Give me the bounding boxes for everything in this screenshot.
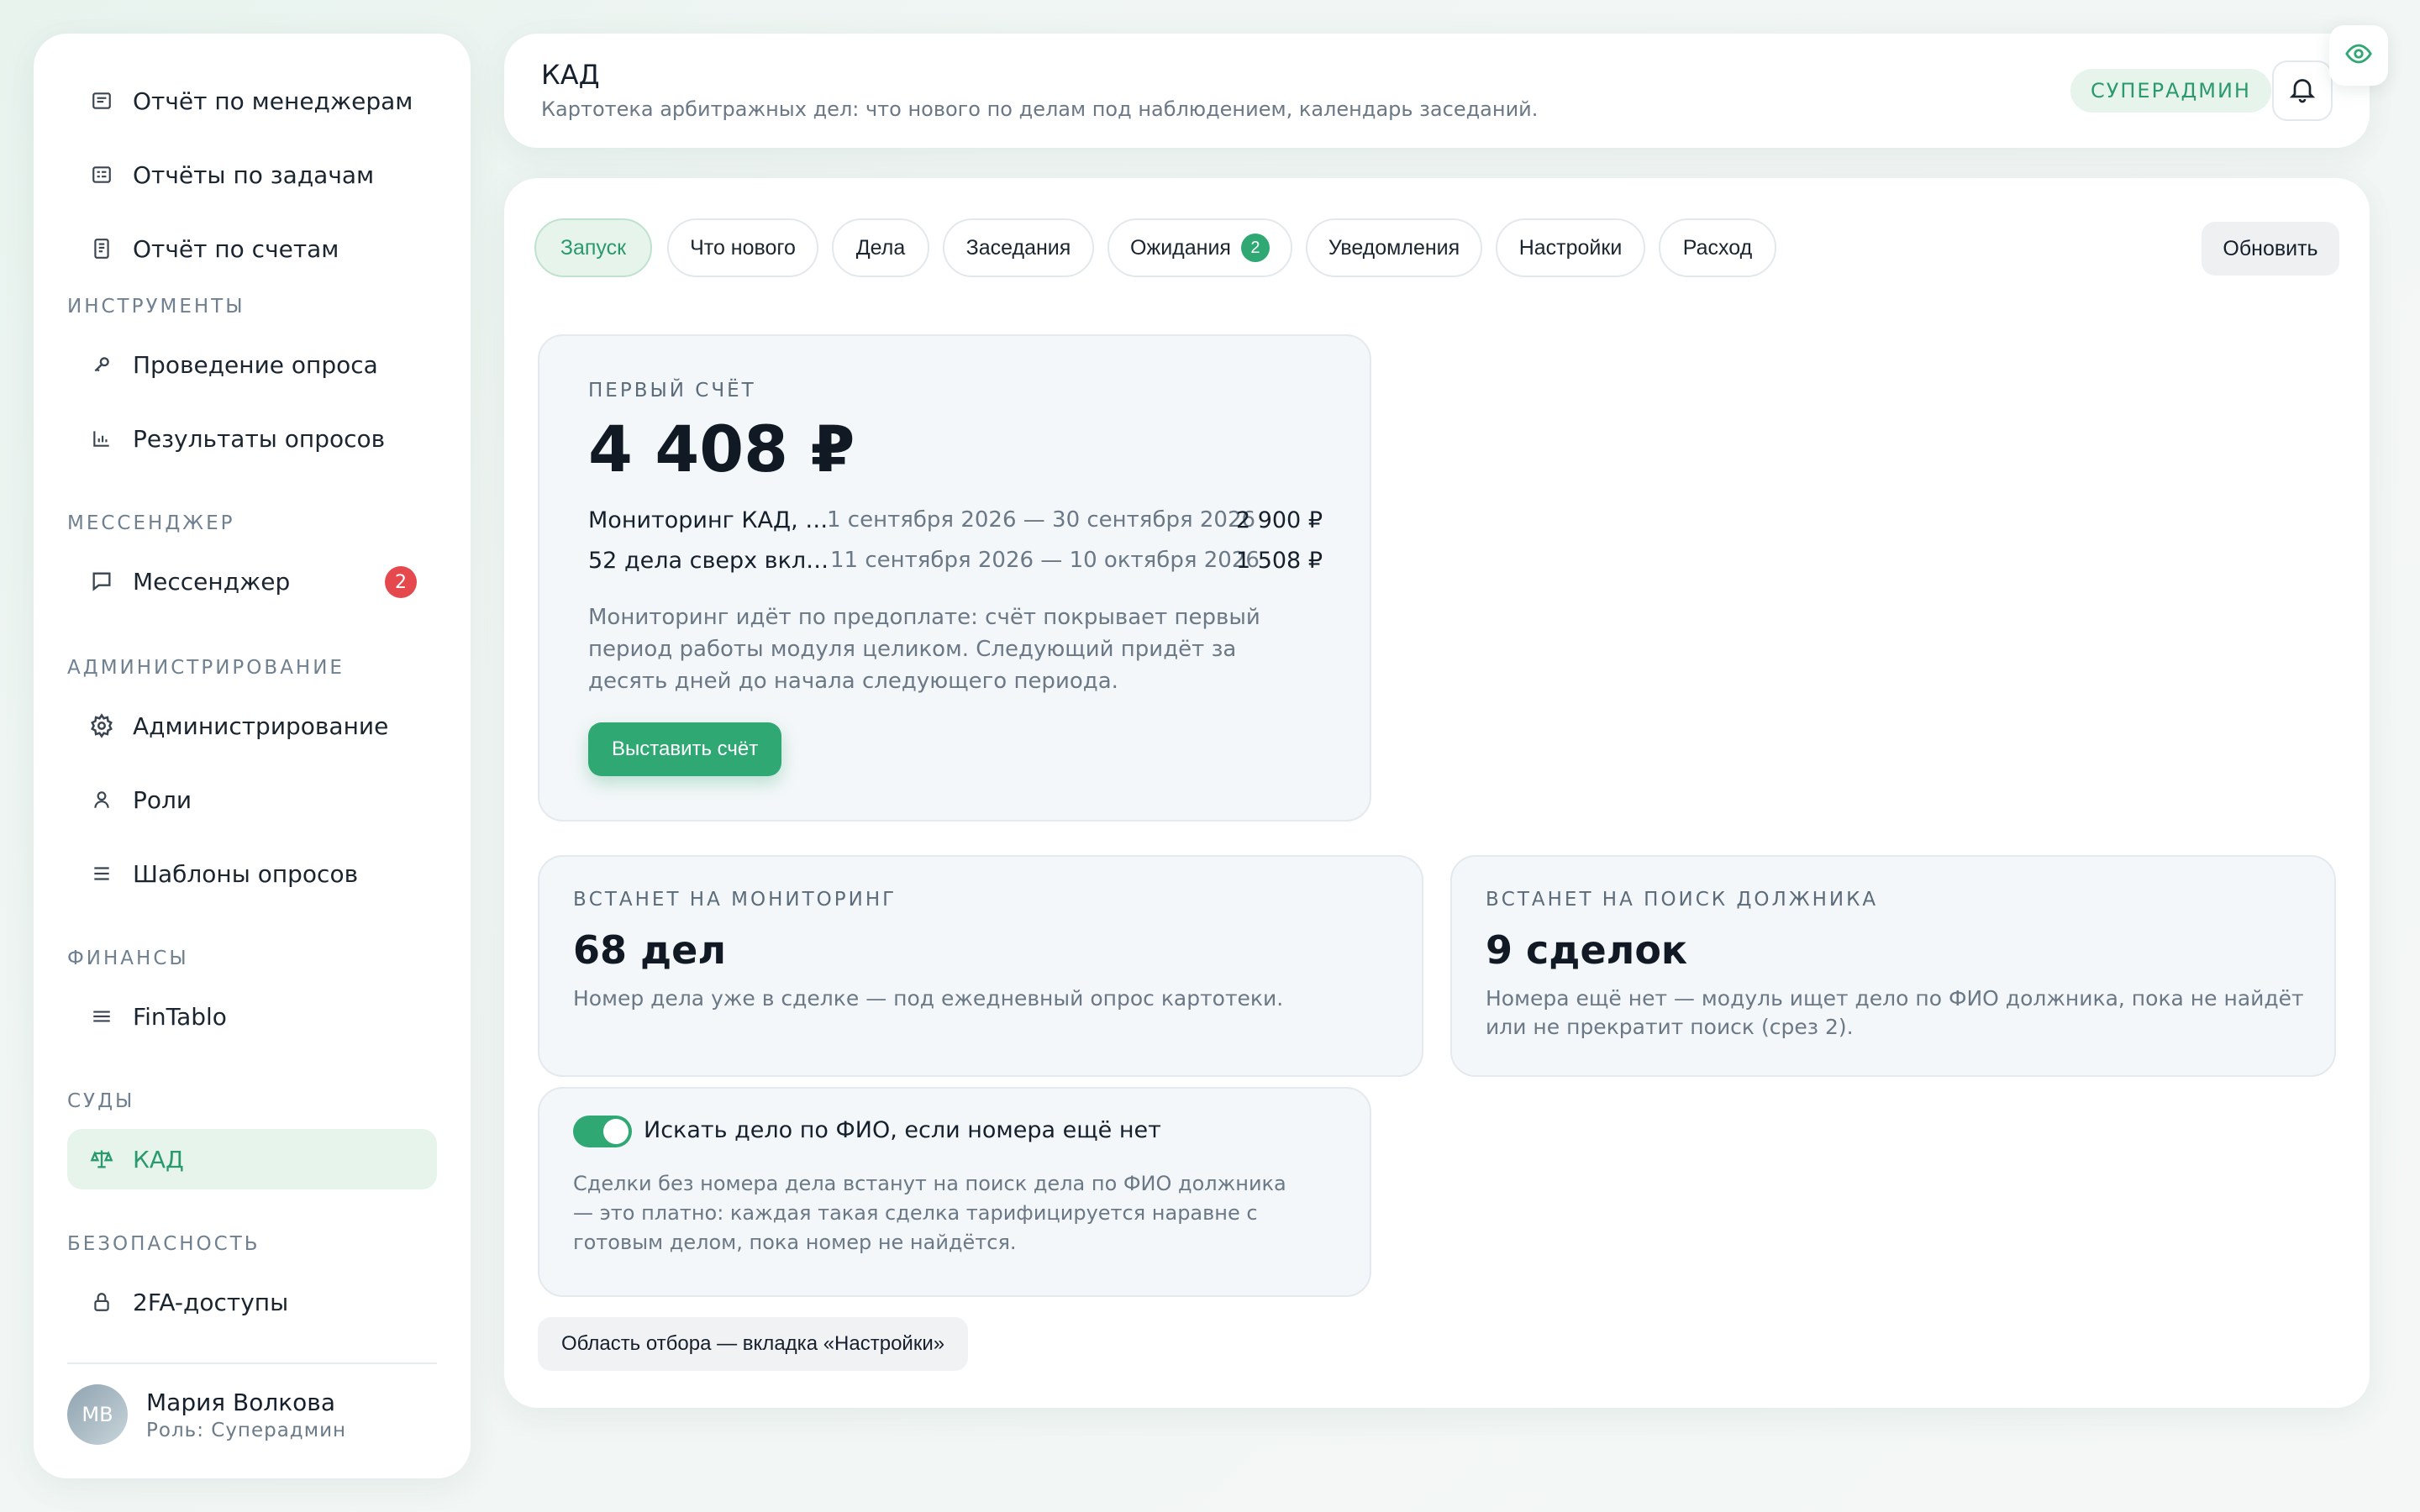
sidebar-item-label: 2FA-доступы (133, 1288, 289, 1316)
scales-icon (89, 1147, 114, 1172)
user-profile[interactable]: МВ Мария Волкова Роль: Суперадмин (67, 1384, 346, 1445)
sidebar-item-messenger[interactable]: Мессенджер 2 (67, 551, 437, 612)
tab-expenses[interactable]: Расход (1659, 218, 1776, 277)
visibility-toggle-button[interactable] (2329, 25, 2388, 86)
user-role: Роль: Суперадмин (146, 1419, 347, 1441)
sidebar-item-administration[interactable]: Администрирование (67, 696, 437, 756)
invoice-line: Мониторинг КАД, … 1 сентября 2026 — 30 с… (588, 507, 1323, 541)
report-icon (89, 88, 114, 113)
gear-icon (89, 713, 114, 738)
debtor-search-card: ВСТАНЕТ НА ПОИСК ДОЛЖНИКА 9 сделок Номер… (1450, 855, 2336, 1077)
tab-cases[interactable]: Дела (832, 218, 929, 277)
role-badge: СУПЕРАДМИН (2070, 69, 2271, 113)
monitoring-count: 68 дел (573, 927, 727, 973)
sidebar-item-survey-run[interactable]: Проведение опроса (67, 334, 437, 395)
refresh-button[interactable]: Обновить (2202, 222, 2339, 276)
monitoring-caption: ВСТАНЕТ НА МОНИТОРИНГ (573, 889, 897, 911)
section-title-messenger: МЕССЕНДЖЕР (67, 512, 235, 534)
sidebar-item-label: Роли (133, 785, 192, 814)
unread-badge: 2 (385, 566, 417, 598)
debtor-search-caption: ВСТАНЕТ НА ПОИСК ДОЛЖНИКА (1486, 889, 1879, 911)
menu-icon (89, 1004, 114, 1029)
sidebar-item-label: Администрирование (133, 711, 389, 740)
sidebar-item-kad[interactable]: КАД (67, 1129, 437, 1189)
section-title-admin: АДМИНИСТРИРОВАНИЕ (67, 657, 345, 679)
invoice-amount: 4 408 ₽ (588, 412, 855, 486)
sidebar-item-label: Мессенджер (133, 567, 291, 596)
tab-hearings[interactable]: Заседания (943, 218, 1094, 277)
list-icon (89, 861, 114, 886)
sidebar-item-fintablo[interactable]: FinTablo (67, 986, 437, 1047)
sidebar-item-2fa[interactable]: 2FA-доступы (67, 1272, 437, 1332)
sidebar-item-label: FinTablo (133, 1002, 227, 1031)
tab-count-badge: 2 (1240, 234, 1270, 262)
key-icon (89, 352, 114, 377)
invoice-line-period: 11 сентября 2026 — 10 октября 2026 (830, 548, 1260, 573)
chat-icon (89, 569, 114, 594)
avatar: МВ (67, 1384, 128, 1445)
tab-waiting[interactable]: Ожидания 2 (1107, 218, 1292, 277)
tab-launch[interactable]: Запуск (534, 218, 652, 277)
section-title-courts: СУДЫ (67, 1090, 135, 1112)
user-name: Мария Волкова (146, 1388, 335, 1416)
sidebar-item-tasks-report[interactable]: Отчёты по задачам (67, 144, 437, 205)
issue-invoice-button[interactable]: Выставить счёт (588, 722, 782, 776)
sidebar-item-label: КАД (133, 1145, 184, 1173)
sidebar-item-label: Проведение опроса (133, 350, 378, 379)
sidebar-item-invoices-report[interactable]: Отчёт по счетам (67, 218, 437, 279)
lock-icon (89, 1289, 114, 1315)
invoice-note: Мониторинг идёт по предоплате: счёт покр… (588, 605, 1260, 694)
first-invoice-caption: ПЕРВЫЙ СЧЁТ (588, 380, 756, 402)
monitoring-description: Номер дела уже в сделке — под ежедневный… (573, 986, 1284, 1011)
eye-icon (2344, 39, 2373, 71)
page-title: КАД (541, 59, 600, 91)
debtor-search-count: 9 сделок (1486, 927, 1688, 973)
toggle-knob (603, 1119, 629, 1144)
sidebar: Отчёт по менеджерам Отчёты по задачам От… (34, 34, 471, 1478)
invoice-line-sum: 2 900 ₽ (1235, 507, 1323, 533)
fio-search-toggle-label: Искать дело по ФИО, если номера ещё нет (644, 1117, 1161, 1143)
invoice-line-name: 52 дела сверх вкл… (588, 548, 829, 574)
page-subtitle: Картотека арбитражных дел: что нового по… (541, 97, 1539, 121)
section-title-security: БЕЗОПАСНОСТЬ (67, 1233, 260, 1255)
sidebar-item-survey-results[interactable]: Результаты опросов (67, 408, 437, 469)
sidebar-item-managers-report[interactable]: Отчёт по менеджерам (67, 71, 437, 131)
monitoring-card: ВСТАНЕТ НА МОНИТОРИНГ 68 дел Номер дела … (538, 855, 1423, 1077)
fio-search-note: Сделки без номера дела встанут на поиск … (573, 1172, 1286, 1254)
person-icon (89, 787, 114, 812)
fio-search-toggle[interactable] (573, 1116, 632, 1147)
sidebar-item-roles[interactable]: Роли (67, 769, 437, 830)
sidebar-item-survey-templates[interactable]: Шаблоны опросов (67, 843, 437, 904)
tab-label: Ожидания (1130, 235, 1231, 260)
tab-notifications[interactable]: Уведомления (1306, 218, 1482, 277)
debtor-search-description: Номера ещё нет — модуль ищет дело по ФИО… (1486, 986, 2304, 1039)
invoice-line-sum: 1 508 ₽ (1235, 548, 1323, 574)
section-title-tools: ИНСТРУМЕНТЫ (67, 296, 245, 318)
bell-icon (2287, 74, 2317, 108)
invoice-report-icon (89, 236, 114, 261)
sidebar-divider (67, 1362, 437, 1364)
tasks-report-icon (89, 162, 114, 187)
invoice-line: 52 дела сверх вкл… 11 сентября 2026 — 10… (588, 548, 1323, 581)
main-panel: Запуск Что нового Дела Заседания Ожидани… (504, 178, 2370, 1408)
fio-search-card: Искать дело по ФИО, если номера ещё нет … (538, 1087, 1371, 1297)
bar-chart-icon (89, 426, 114, 451)
sidebar-item-label: Результаты опросов (133, 424, 386, 453)
sidebar-item-label: Отчёт по счетам (133, 234, 339, 263)
invoice-line-name: Мониторинг КАД, … (588, 507, 829, 533)
first-invoice-card: ПЕРВЫЙ СЧЁТ 4 408 ₽ Мониторинг КАД, … 1 … (538, 334, 1371, 822)
notifications-button[interactable] (2272, 60, 2333, 121)
tab-settings[interactable]: Настройки (1496, 218, 1645, 277)
scope-settings-link[interactable]: Область отбора — вкладка «Настройки» (538, 1317, 969, 1371)
page-header: КАД Картотека арбитражных дел: что новог… (504, 34, 2370, 148)
sidebar-item-label: Отчёт по менеджерам (133, 87, 413, 115)
sidebar-item-label: Шаблоны опросов (133, 859, 359, 888)
tab-whats-new[interactable]: Что нового (667, 218, 818, 277)
sidebar-item-label: Отчёты по задачам (133, 160, 375, 189)
invoice-line-period: 1 сентября 2026 — 30 сентября 2026 (827, 507, 1256, 533)
section-title-finance: ФИНАНСЫ (67, 948, 189, 969)
